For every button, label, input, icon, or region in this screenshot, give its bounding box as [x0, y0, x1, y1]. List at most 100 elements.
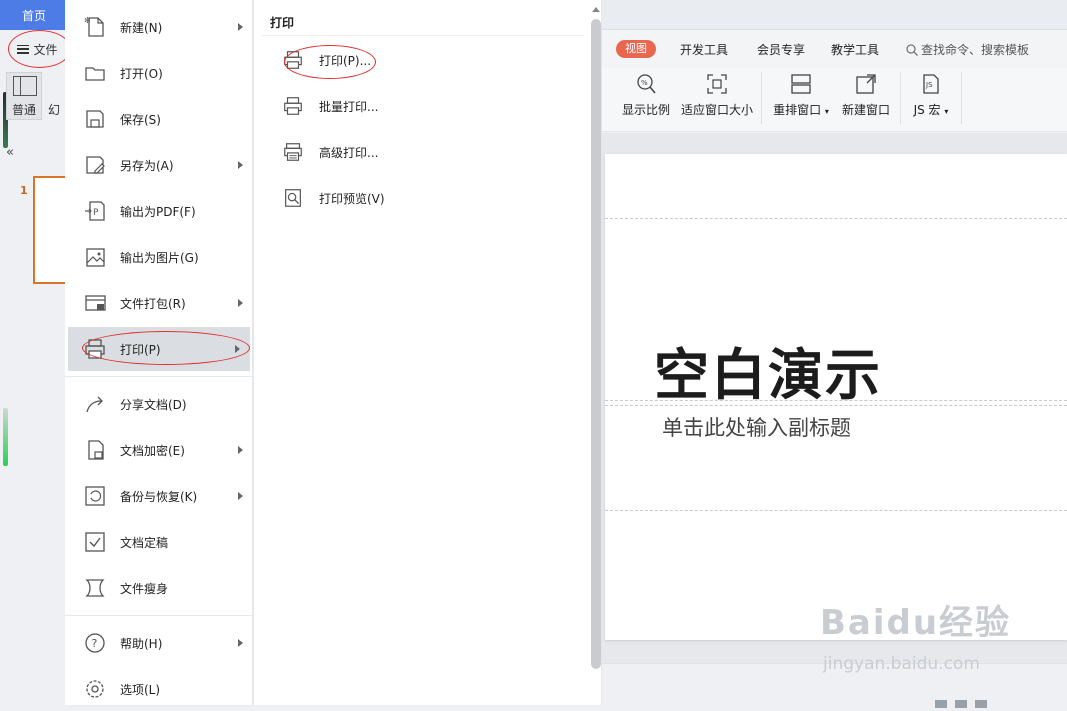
tab-member[interactable]: 会员专享	[757, 41, 805, 58]
annotation-circle	[284, 45, 376, 79]
new-file-icon: ✻	[84, 16, 104, 37]
submenu-arrow-icon	[238, 492, 243, 500]
submenu-item-label: 高级打印...	[319, 145, 379, 160]
slide-title[interactable]: 空白演示	[654, 330, 882, 410]
save-as-icon	[86, 156, 105, 174]
scrollbar-thumb[interactable]	[591, 19, 601, 669]
js-macro-button[interactable]: JS JS 宏 ▾	[906, 70, 956, 124]
arrange-window-button[interactable]: 重排窗口 ▾	[770, 70, 832, 124]
watermark-url: jingyan.baidu.com	[823, 654, 980, 674]
menu-item-folder-open[interactable]: 打开(O)	[65, 51, 253, 95]
placeholder-border	[605, 218, 1067, 219]
menu-item-help[interactable]: ? 帮助(H)	[65, 621, 253, 665]
normal-view-icon	[13, 76, 37, 96]
menu-item-encrypt[interactable]: 文档加密(E)	[65, 428, 253, 472]
submenu-item-print-preview[interactable]: 打印预览(V)	[262, 180, 582, 216]
menu-item-label: 文件瘦身	[120, 581, 169, 596]
zoom-ratio-button[interactable]: % 显示比例	[618, 70, 674, 124]
slide-subtitle-placeholder[interactable]: 单击此处输入副标题	[662, 412, 851, 442]
menu-item-new-file[interactable]: ✻ 新建(N)	[65, 5, 253, 49]
submenu-scrollbar[interactable]	[590, 5, 602, 705]
view-mode-icon[interactable]	[975, 700, 987, 708]
menu-item-share[interactable]: 分享文档(D)	[65, 382, 253, 426]
dropdown-arrow-icon[interactable]: ▾	[944, 107, 948, 116]
menu-item-export-pdf[interactable]: P 输出为PDF(F)	[65, 189, 253, 233]
menu-item-label: 另存为(A)	[120, 158, 174, 173]
scroll-up-icon[interactable]	[592, 7, 600, 12]
annotation-circle	[82, 331, 250, 365]
submenu-arrow-icon	[238, 299, 243, 307]
ribbon-divider	[900, 72, 901, 124]
menu-item-label: 文档加密(E)	[120, 443, 185, 458]
command-search-text: 查找命令、搜索模板	[921, 43, 1030, 57]
view-mode-icon[interactable]	[935, 700, 947, 708]
menu-item-label: 文档定稿	[120, 535, 169, 550]
tab-dev-tools[interactable]: 开发工具	[680, 41, 728, 58]
arrange-window-icon	[791, 74, 811, 94]
command-search[interactable]: 查找命令、搜索模板	[906, 41, 1029, 58]
menu-item-label: 帮助(H)	[120, 636, 163, 651]
fit-window-button[interactable]: 适应窗口大小	[680, 70, 754, 124]
slide-number: 1	[20, 184, 28, 197]
submenu-arrow-icon	[238, 23, 243, 31]
submenu-title: 打印	[270, 16, 295, 30]
submenu-item-label: 打印预览(V)	[319, 191, 385, 206]
dropdown-arrow-icon[interactable]: ▾	[825, 107, 829, 116]
batch-print-icon	[284, 97, 302, 115]
menu-item-label: 文件打包(R)	[120, 296, 186, 311]
search-icon	[906, 44, 918, 56]
tab-view[interactable]: 视图	[616, 40, 656, 58]
svg-text:✻: ✻	[84, 16, 91, 25]
submenu-arrow-icon	[238, 639, 243, 647]
submenu-item-batch-print[interactable]: 批量打印...	[262, 88, 582, 124]
ribbon-divider	[761, 72, 762, 124]
slim-icon	[85, 579, 105, 597]
slide-view-label[interactable]: 幻	[48, 101, 60, 118]
help-icon: ?	[85, 633, 105, 653]
menu-item-label: 备份与恢复(K)	[120, 489, 198, 504]
left-pane	[0, 30, 68, 705]
encrypt-icon	[88, 440, 104, 460]
svg-text:%: %	[641, 79, 648, 87]
scrollbar-indicator	[3, 408, 8, 466]
submenu-arrow-icon	[238, 446, 243, 454]
placeholder-border	[605, 510, 1067, 511]
menu-item-label: 输出为图片(G)	[120, 250, 199, 265]
package-icon	[85, 295, 106, 311]
ribbon-divider	[961, 72, 962, 124]
svg-text:P: P	[93, 208, 99, 218]
submenu-item-advanced-print[interactable]: 高级打印...	[262, 134, 582, 170]
menu-item-settings[interactable]: 选项(L)	[65, 667, 253, 711]
view-switcher[interactable]	[935, 697, 1055, 708]
svg-text:?: ?	[92, 637, 98, 650]
finalize-icon	[85, 532, 105, 552]
menu-item-label: 分享文档(D)	[120, 397, 187, 412]
view-mode-icon[interactable]	[955, 700, 967, 708]
menu-divider	[65, 376, 253, 377]
folder-open-icon	[85, 67, 105, 81]
tab-teaching[interactable]: 教学工具	[831, 41, 879, 58]
menu-item-export-image[interactable]: 输出为图片(G)	[65, 235, 253, 279]
watermark-brand: Baidu经验	[820, 603, 1012, 643]
menu-item-save[interactable]: 保存(S)	[65, 97, 253, 141]
home-tab[interactable]: 首页	[0, 0, 68, 30]
submenu-arrow-icon	[238, 161, 243, 169]
js-macro-label: JS 宏	[913, 103, 941, 117]
export-pdf-icon: P	[85, 201, 105, 221]
menu-item-package[interactable]: 文件打包(R)	[65, 281, 253, 325]
new-window-icon	[856, 74, 876, 94]
submenu-divider	[262, 35, 584, 36]
menu-item-save-as[interactable]: 另存为(A)	[65, 143, 253, 187]
submenu-item-label: 批量打印...	[319, 99, 379, 114]
menu-item-slim[interactable]: 文件瘦身	[65, 566, 253, 610]
collapse-panel-icon[interactable]: «	[6, 145, 14, 160]
menu-item-finalize[interactable]: 文档定稿	[65, 520, 253, 564]
backup-icon	[85, 486, 105, 506]
export-image-icon	[86, 248, 105, 267]
settings-icon	[86, 680, 104, 698]
menu-item-label: 输出为PDF(F)	[120, 204, 196, 219]
title-bar	[600, 0, 1067, 30]
new-window-button[interactable]: 新建窗口	[838, 70, 894, 124]
menu-item-backup[interactable]: 备份与恢复(K)	[65, 474, 253, 518]
new-window-label: 新建窗口	[841, 103, 890, 117]
